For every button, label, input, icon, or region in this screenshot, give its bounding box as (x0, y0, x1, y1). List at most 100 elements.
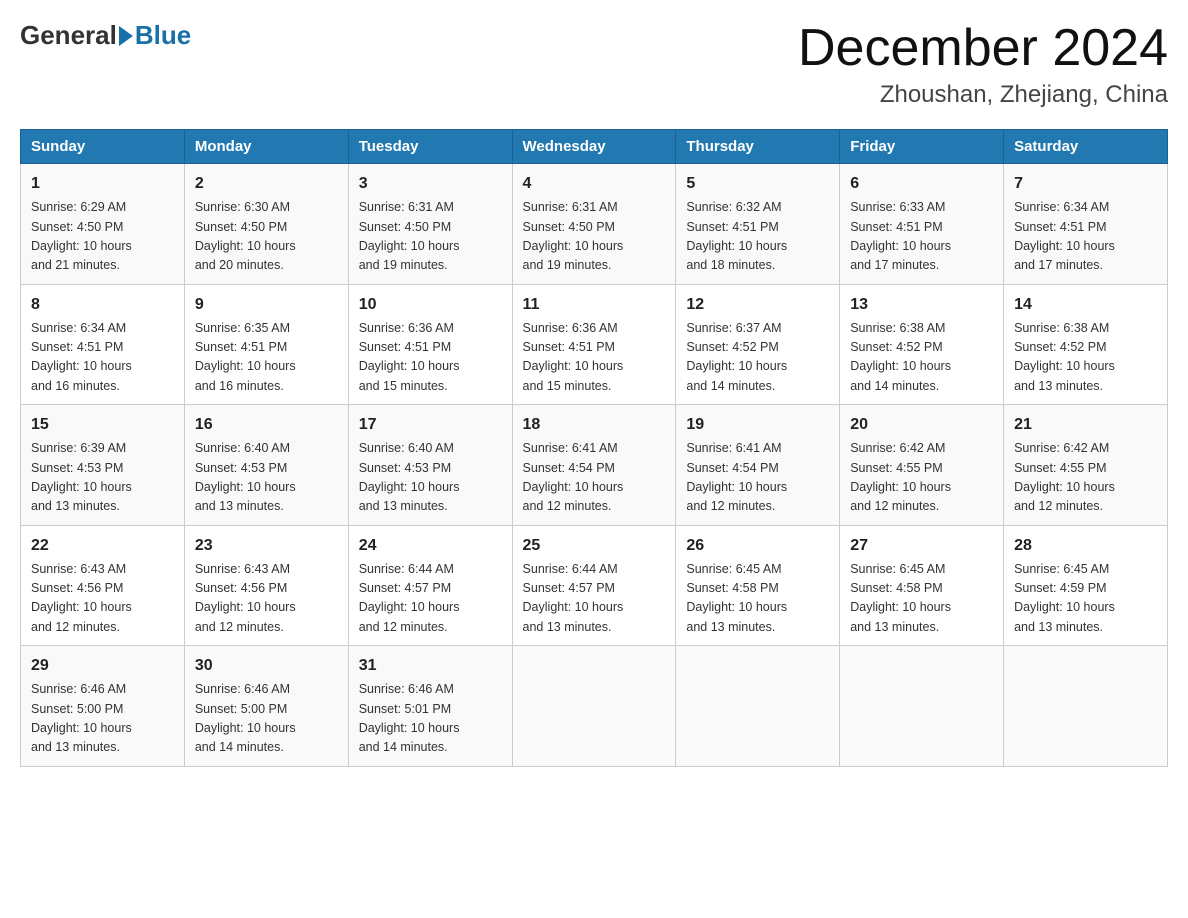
day-info: Sunrise: 6:36 AMSunset: 4:51 PMDaylight:… (359, 319, 502, 397)
day-info: Sunrise: 6:45 AMSunset: 4:58 PMDaylight:… (686, 560, 829, 638)
location-title: Zhoushan, Zhejiang, China (798, 81, 1168, 109)
col-header-saturday: Saturday (1004, 130, 1168, 164)
day-number: 3 (359, 172, 502, 196)
day-number: 6 (850, 172, 993, 196)
day-cell (676, 646, 840, 767)
day-info: Sunrise: 6:41 AMSunset: 4:54 PMDaylight:… (686, 439, 829, 517)
day-cell: 24Sunrise: 6:44 AMSunset: 4:57 PMDayligh… (348, 525, 512, 646)
day-info: Sunrise: 6:40 AMSunset: 4:53 PMDaylight:… (195, 439, 338, 517)
day-cell: 15Sunrise: 6:39 AMSunset: 4:53 PMDayligh… (21, 405, 185, 526)
calendar-table: SundayMondayTuesdayWednesdayThursdayFrid… (20, 129, 1168, 767)
day-number: 25 (523, 534, 666, 558)
day-cell: 3Sunrise: 6:31 AMSunset: 4:50 PMDaylight… (348, 164, 512, 285)
day-info: Sunrise: 6:45 AMSunset: 4:58 PMDaylight:… (850, 560, 993, 638)
day-info: Sunrise: 6:44 AMSunset: 4:57 PMDaylight:… (359, 560, 502, 638)
col-header-thursday: Thursday (676, 130, 840, 164)
day-number: 18 (523, 413, 666, 437)
day-cell: 27Sunrise: 6:45 AMSunset: 4:58 PMDayligh… (840, 525, 1004, 646)
day-number: 9 (195, 293, 338, 317)
day-cell: 25Sunrise: 6:44 AMSunset: 4:57 PMDayligh… (512, 525, 676, 646)
day-number: 28 (1014, 534, 1157, 558)
day-cell: 9Sunrise: 6:35 AMSunset: 4:51 PMDaylight… (184, 284, 348, 405)
logo: General Blue (20, 20, 191, 51)
day-info: Sunrise: 6:45 AMSunset: 4:59 PMDaylight:… (1014, 560, 1157, 638)
day-number: 23 (195, 534, 338, 558)
day-cell: 8Sunrise: 6:34 AMSunset: 4:51 PMDaylight… (21, 284, 185, 405)
week-row-5: 29Sunrise: 6:46 AMSunset: 5:00 PMDayligh… (21, 646, 1168, 767)
day-info: Sunrise: 6:29 AMSunset: 4:50 PMDaylight:… (31, 198, 174, 276)
day-info: Sunrise: 6:42 AMSunset: 4:55 PMDaylight:… (850, 439, 993, 517)
day-cell: 21Sunrise: 6:42 AMSunset: 4:55 PMDayligh… (1004, 405, 1168, 526)
day-number: 29 (31, 654, 174, 678)
day-cell: 1Sunrise: 6:29 AMSunset: 4:50 PMDaylight… (21, 164, 185, 285)
day-cell: 30Sunrise: 6:46 AMSunset: 5:00 PMDayligh… (184, 646, 348, 767)
day-cell: 22Sunrise: 6:43 AMSunset: 4:56 PMDayligh… (21, 525, 185, 646)
day-info: Sunrise: 6:38 AMSunset: 4:52 PMDaylight:… (1014, 319, 1157, 397)
day-cell (840, 646, 1004, 767)
day-info: Sunrise: 6:35 AMSunset: 4:51 PMDaylight:… (195, 319, 338, 397)
day-cell: 14Sunrise: 6:38 AMSunset: 4:52 PMDayligh… (1004, 284, 1168, 405)
title-block: December 2024 Zhoushan, Zhejiang, China (798, 20, 1168, 109)
logo-general-text: General (20, 20, 117, 51)
day-number: 17 (359, 413, 502, 437)
week-row-4: 22Sunrise: 6:43 AMSunset: 4:56 PMDayligh… (21, 525, 1168, 646)
day-number: 1 (31, 172, 174, 196)
logo-triangle-icon (119, 26, 133, 46)
day-cell: 17Sunrise: 6:40 AMSunset: 4:53 PMDayligh… (348, 405, 512, 526)
day-cell (1004, 646, 1168, 767)
day-number: 21 (1014, 413, 1157, 437)
col-header-wednesday: Wednesday (512, 130, 676, 164)
day-cell: 18Sunrise: 6:41 AMSunset: 4:54 PMDayligh… (512, 405, 676, 526)
day-info: Sunrise: 6:38 AMSunset: 4:52 PMDaylight:… (850, 319, 993, 397)
col-header-friday: Friday (840, 130, 1004, 164)
day-number: 27 (850, 534, 993, 558)
day-cell: 5Sunrise: 6:32 AMSunset: 4:51 PMDaylight… (676, 164, 840, 285)
day-number: 5 (686, 172, 829, 196)
day-cell: 31Sunrise: 6:46 AMSunset: 5:01 PMDayligh… (348, 646, 512, 767)
day-cell: 19Sunrise: 6:41 AMSunset: 4:54 PMDayligh… (676, 405, 840, 526)
day-number: 12 (686, 293, 829, 317)
day-info: Sunrise: 6:41 AMSunset: 4:54 PMDaylight:… (523, 439, 666, 517)
day-cell: 7Sunrise: 6:34 AMSunset: 4:51 PMDaylight… (1004, 164, 1168, 285)
day-number: 20 (850, 413, 993, 437)
day-cell: 10Sunrise: 6:36 AMSunset: 4:51 PMDayligh… (348, 284, 512, 405)
day-info: Sunrise: 6:39 AMSunset: 4:53 PMDaylight:… (31, 439, 174, 517)
header-row: SundayMondayTuesdayWednesdayThursdayFrid… (21, 130, 1168, 164)
day-cell: 16Sunrise: 6:40 AMSunset: 4:53 PMDayligh… (184, 405, 348, 526)
day-info: Sunrise: 6:40 AMSunset: 4:53 PMDaylight:… (359, 439, 502, 517)
week-row-1: 1Sunrise: 6:29 AMSunset: 4:50 PMDaylight… (21, 164, 1168, 285)
day-number: 16 (195, 413, 338, 437)
page-header: General Blue December 2024 Zhoushan, Zhe… (20, 20, 1168, 109)
col-header-monday: Monday (184, 130, 348, 164)
day-info: Sunrise: 6:44 AMSunset: 4:57 PMDaylight:… (523, 560, 666, 638)
day-number: 14 (1014, 293, 1157, 317)
day-cell: 2Sunrise: 6:30 AMSunset: 4:50 PMDaylight… (184, 164, 348, 285)
day-cell: 12Sunrise: 6:37 AMSunset: 4:52 PMDayligh… (676, 284, 840, 405)
logo-blue-text: Blue (135, 20, 191, 51)
col-header-tuesday: Tuesday (348, 130, 512, 164)
day-info: Sunrise: 6:46 AMSunset: 5:01 PMDaylight:… (359, 680, 502, 758)
day-cell: 20Sunrise: 6:42 AMSunset: 4:55 PMDayligh… (840, 405, 1004, 526)
day-cell: 29Sunrise: 6:46 AMSunset: 5:00 PMDayligh… (21, 646, 185, 767)
week-row-2: 8Sunrise: 6:34 AMSunset: 4:51 PMDaylight… (21, 284, 1168, 405)
day-number: 24 (359, 534, 502, 558)
day-cell: 13Sunrise: 6:38 AMSunset: 4:52 PMDayligh… (840, 284, 1004, 405)
day-number: 4 (523, 172, 666, 196)
day-info: Sunrise: 6:43 AMSunset: 4:56 PMDaylight:… (31, 560, 174, 638)
day-number: 13 (850, 293, 993, 317)
day-info: Sunrise: 6:34 AMSunset: 4:51 PMDaylight:… (31, 319, 174, 397)
day-number: 2 (195, 172, 338, 196)
day-number: 8 (31, 293, 174, 317)
day-info: Sunrise: 6:42 AMSunset: 4:55 PMDaylight:… (1014, 439, 1157, 517)
month-title: December 2024 (798, 20, 1168, 77)
day-info: Sunrise: 6:46 AMSunset: 5:00 PMDaylight:… (31, 680, 174, 758)
day-info: Sunrise: 6:31 AMSunset: 4:50 PMDaylight:… (359, 198, 502, 276)
col-header-sunday: Sunday (21, 130, 185, 164)
day-info: Sunrise: 6:37 AMSunset: 4:52 PMDaylight:… (686, 319, 829, 397)
day-info: Sunrise: 6:34 AMSunset: 4:51 PMDaylight:… (1014, 198, 1157, 276)
day-info: Sunrise: 6:30 AMSunset: 4:50 PMDaylight:… (195, 198, 338, 276)
day-cell (512, 646, 676, 767)
day-info: Sunrise: 6:46 AMSunset: 5:00 PMDaylight:… (195, 680, 338, 758)
day-number: 30 (195, 654, 338, 678)
day-info: Sunrise: 6:43 AMSunset: 4:56 PMDaylight:… (195, 560, 338, 638)
